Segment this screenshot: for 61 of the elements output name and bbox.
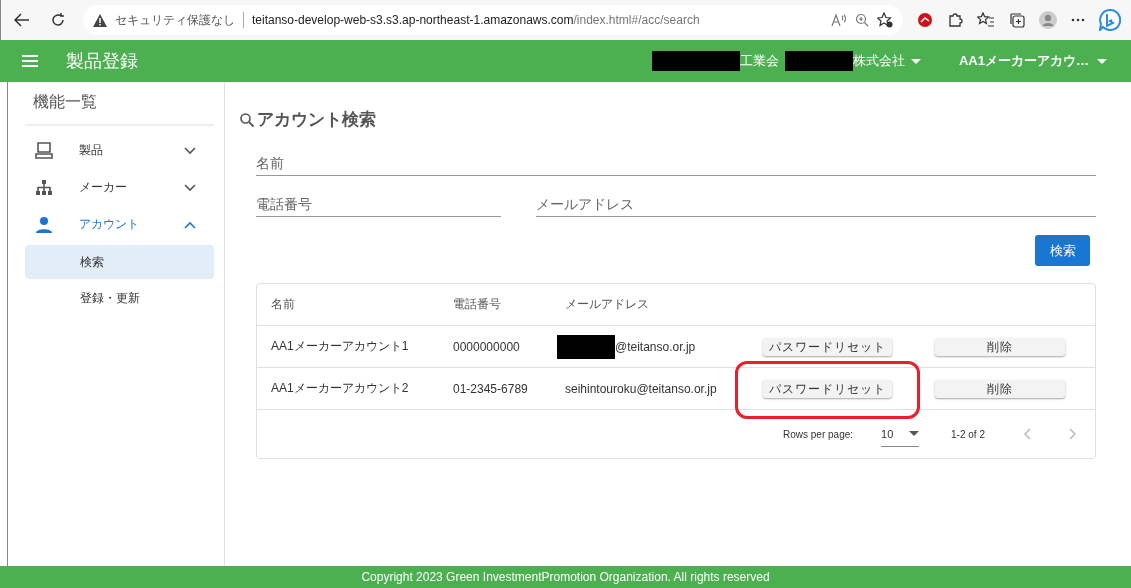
search-icon [239, 111, 255, 128]
refresh-icon [50, 12, 66, 28]
name-field[interactable]: 名前 [256, 149, 1096, 176]
favorites-list-icon[interactable] [977, 12, 995, 28]
search-button[interactable]: 検索 [1035, 235, 1090, 266]
app-title: 製品登録 [66, 50, 138, 73]
warning-icon [93, 13, 107, 27]
chevron-icon [184, 220, 196, 229]
caret-icon [909, 431, 920, 436]
favorite-icon[interactable] [877, 12, 893, 28]
email-field[interactable]: メールアドレス [536, 190, 1096, 217]
column-header: メールアドレス [565, 296, 650, 313]
extension-icon[interactable] [917, 12, 933, 28]
zoom-icon[interactable] [855, 13, 869, 27]
sidebar-subitem[interactable]: 登録・更新 [25, 281, 214, 315]
redaction-bar [785, 51, 853, 71]
url-text: teitanso-develop-web-s3.s3.ap-northeast-1.amazonaws.com/index.html#/acc/search [252, 13, 700, 27]
address-bar[interactable]: セキュリティ保護なし teitanso-develop-web-s3.s3.ap-northeast-1.amazonaws.com/index.html#/acc/search [83, 5, 903, 35]
password-reset-button[interactable]: パスワードリセット [763, 337, 892, 356]
column-header: 電話番号 [453, 296, 502, 313]
person-icon [35, 215, 53, 234]
caret-icon [911, 58, 921, 64]
table-cell: @teitanso.or.jp [615, 339, 696, 354]
chevron-icon [184, 146, 196, 155]
sidebar-subitem[interactable]: 検索 [25, 245, 214, 279]
chevron-right-icon [1068, 428, 1077, 440]
read-aloud-icon[interactable] [831, 13, 847, 27]
caret-icon [1097, 58, 1107, 64]
delete-button[interactable]: 削除 [935, 337, 1065, 356]
collections-icon[interactable] [1009, 12, 1025, 28]
table-cell-text: AA1メーカーアカウント1 [271, 338, 410, 355]
profile-icon[interactable] [1039, 11, 1057, 29]
computer-icon [35, 141, 53, 160]
sidebar-title: 機能一覧 [25, 82, 214, 126]
chat-icon[interactable] [1099, 9, 1121, 31]
rows-per-page-label: Rows per page: [783, 428, 854, 440]
more-icon[interactable] [1071, 18, 1085, 22]
sidebar-item[interactable]: メーカー [25, 169, 214, 206]
hierarchy-icon [35, 178, 53, 197]
table-cell-text: 01-2345-6789 [453, 381, 529, 396]
sidebar-item[interactable]: 製品 [25, 132, 214, 169]
column-header: 名前 [271, 296, 296, 313]
table-cell-text: AA1メーカーアカウント2 [271, 380, 410, 397]
page-title: アカウント検索 [257, 109, 376, 131]
sidebar-item[interactable]: アカウント [25, 206, 214, 243]
security-label: セキュリティ保護なし [115, 11, 235, 29]
table-cell-text: 0000000000 [453, 339, 521, 354]
back-arrow-icon [14, 13, 30, 27]
organization-text: 工業会 [740, 52, 779, 70]
page-range: 1-2 of 2 [951, 428, 985, 440]
organization-text: 株式会社 [853, 52, 905, 70]
puzzle-icon[interactable] [947, 12, 963, 28]
menu-icon[interactable] [22, 55, 38, 67]
password-reset-button[interactable]: パスワードリセット [763, 379, 892, 398]
phone-field[interactable]: 電話番号 [256, 190, 501, 217]
footer-text: Copyright 2023 Green InvestmentPromotion Organization. All rights reserved [0, 566, 1131, 588]
rows-per-page-select[interactable]: 10 [881, 421, 920, 447]
delete-button[interactable]: 削除 [935, 379, 1065, 398]
table-cell: seihintouroku@teitanso.or.jp [565, 381, 717, 396]
chevron-icon [184, 183, 196, 192]
chevron-left-icon [1022, 428, 1031, 440]
